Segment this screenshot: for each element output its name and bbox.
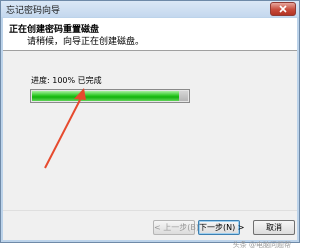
wizard-body: 正在创建密码重置磁盘 请稍候，向导正在创建磁盘。 进度: 100% 已完成 < … bbox=[3, 18, 297, 249]
watermark: 头条 @电脑问题帮 bbox=[232, 241, 291, 249]
progress-bar bbox=[30, 89, 190, 103]
window-title: 忘记密码向导 bbox=[6, 6, 61, 16]
title-bar[interactable]: 忘记密码向导 bbox=[1, 1, 299, 17]
close-icon bbox=[279, 5, 287, 13]
progress-fill bbox=[32, 91, 179, 101]
progress-label: 进度: 100% 已完成 bbox=[31, 76, 102, 85]
back-button[interactable]: < 上一步(B) bbox=[153, 220, 199, 235]
wizard-window: 忘记密码向导 正在创建密码重置磁盘 请稍候，向导正在创建磁盘。 进度: 100%… bbox=[0, 0, 300, 249]
progress-end-cap bbox=[179, 91, 188, 101]
wizard-header: 正在创建密码重置磁盘 请稍候，向导正在创建磁盘。 bbox=[3, 18, 297, 51]
page-subtitle: 请稍候，向导正在创建磁盘。 bbox=[27, 37, 145, 47]
next-button[interactable]: 下一步(N) > bbox=[198, 220, 244, 235]
footer-divider bbox=[3, 210, 297, 211]
close-button[interactable] bbox=[270, 2, 296, 16]
cancel-button[interactable]: 取消 bbox=[253, 220, 295, 235]
